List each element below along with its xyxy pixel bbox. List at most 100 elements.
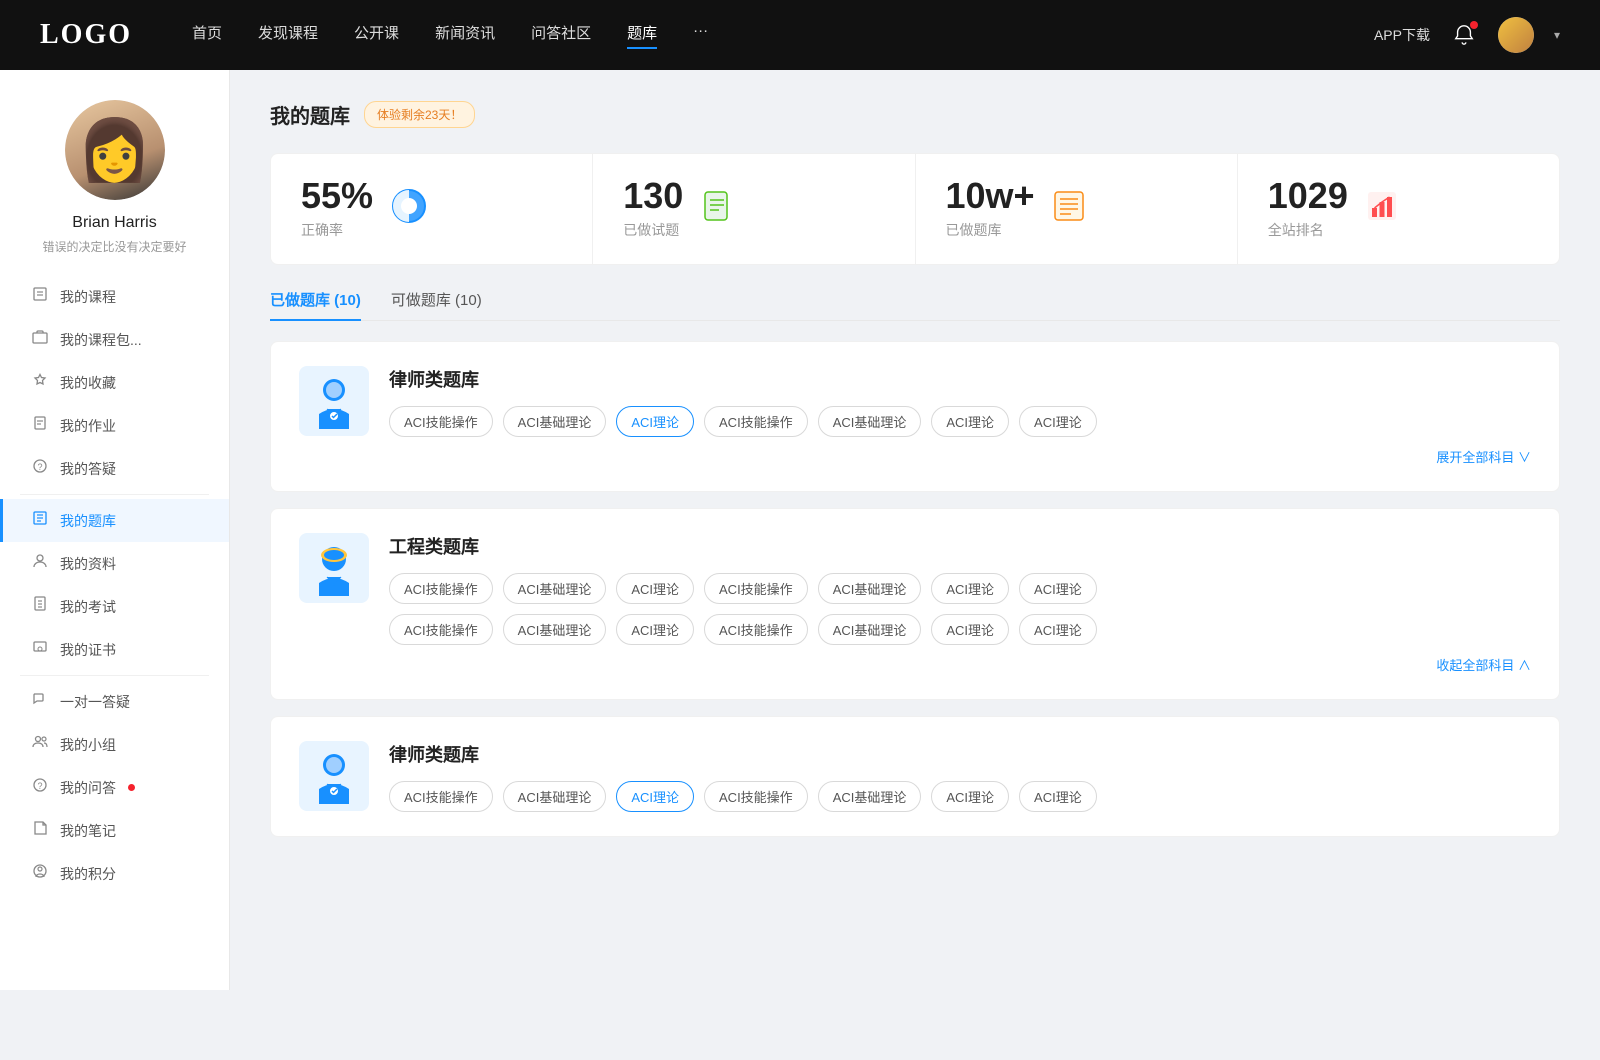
points-icon	[30, 863, 50, 884]
tag-1-4[interactable]: ACI基础理论	[818, 573, 922, 604]
sidebar-item-certificate[interactable]: 我的证书	[0, 628, 229, 671]
qbank-tags-0: ACI技能操作 ACI基础理论 ACI理论 ACI技能操作 ACI基础理论 AC…	[389, 406, 1531, 437]
sidebar-divider-1	[20, 494, 209, 495]
tag-2-0[interactable]: ACI技能操作	[389, 781, 493, 812]
tag-2-5[interactable]: ACI理论	[931, 781, 1009, 812]
expand-btn-0[interactable]: 展开全部科目 ∨	[1436, 450, 1531, 465]
ranking-chart-icon	[1364, 188, 1400, 231]
tag-2-6[interactable]: ACI理论	[1019, 781, 1097, 812]
nav-links: 首页 发现课程 公开课 新闻资讯 问答社区 题库 ···	[192, 22, 1374, 49]
sidebar-label-1on1: 一对一答疑	[60, 692, 130, 712]
sidebar-item-my-qa[interactable]: ? 我的答疑	[0, 447, 229, 490]
tag-0-2[interactable]: ACI理论	[616, 406, 694, 437]
stat-done-questions-value: 130	[623, 178, 683, 214]
tag-2-1[interactable]: ACI基础理论	[503, 781, 607, 812]
tag-1-9[interactable]: ACI理论	[616, 614, 694, 645]
svg-text:?: ?	[37, 781, 42, 791]
tag-2-2[interactable]: ACI理论	[616, 781, 694, 812]
tag-1-13[interactable]: ACI理论	[1019, 614, 1097, 645]
sidebar: Brian Harris 错误的决定比没有决定要好 我的课程 我的课程包... …	[0, 70, 230, 990]
sidebar-item-notes[interactable]: 我的笔记	[0, 809, 229, 852]
notification-bell[interactable]	[1450, 21, 1478, 49]
tag-0-1[interactable]: ACI基础理论	[503, 406, 607, 437]
stat-accuracy: 55% 正确率	[271, 154, 593, 264]
sidebar-label-qbank: 我的题库	[60, 511, 116, 531]
tag-1-5[interactable]: ACI理论	[931, 573, 1009, 604]
nav-qa[interactable]: 问答社区	[531, 22, 591, 49]
nav-opencourse[interactable]: 公开课	[354, 22, 399, 49]
tag-1-11[interactable]: ACI基础理论	[818, 614, 922, 645]
sidebar-label-myqa: 我的问答	[60, 778, 116, 798]
avatar[interactable]	[1498, 17, 1534, 53]
tag-1-2[interactable]: ACI理论	[616, 573, 694, 604]
app-download-btn[interactable]: APP下载	[1374, 25, 1430, 45]
tag-1-7[interactable]: ACI技能操作	[389, 614, 493, 645]
nav-more[interactable]: ···	[693, 22, 708, 49]
tab-available-banks[interactable]: 可做题库 (10)	[391, 289, 482, 320]
sidebar-item-group[interactable]: 我的小组	[0, 723, 229, 766]
stat-accuracy-label: 正确率	[301, 220, 373, 240]
tag-0-0[interactable]: ACI技能操作	[389, 406, 493, 437]
nav-news[interactable]: 新闻资讯	[435, 22, 495, 49]
sidebar-item-qbank[interactable]: 我的题库	[0, 499, 229, 542]
stat-accuracy-value: 55%	[301, 178, 373, 214]
qbank-tags-1-row2: ACI技能操作 ACI基础理论 ACI理论 ACI技能操作 ACI基础理论 AC…	[389, 614, 1531, 645]
homework-icon	[30, 415, 50, 436]
stat-ranking-label: 全站排名	[1268, 220, 1348, 240]
avatar-chevron[interactable]: ▾	[1554, 28, 1560, 42]
notification-dot	[1470, 21, 1478, 29]
nav-right: APP下载 ▾	[1374, 17, 1560, 53]
stat-done-banks-value: 10w+	[946, 178, 1035, 214]
sidebar-label-exam: 我的考试	[60, 597, 116, 617]
sidebar-item-profile[interactable]: 我的资料	[0, 542, 229, 585]
expand-btn-1[interactable]: 收起全部科目 ∧	[1436, 658, 1531, 673]
qbank-card-2: 律师类题库 ACI技能操作 ACI基础理论 ACI理论 ACI技能操作 ACI基…	[270, 716, 1560, 837]
tag-2-3[interactable]: ACI技能操作	[704, 781, 808, 812]
sidebar-item-myqa[interactable]: ? 我的问答	[0, 766, 229, 809]
nav-discover[interactable]: 发现课程	[258, 22, 318, 49]
sidebar-item-1on1[interactable]: 一对一答疑	[0, 680, 229, 723]
tag-0-4[interactable]: ACI基础理论	[818, 406, 922, 437]
tag-0-6[interactable]: ACI理论	[1019, 406, 1097, 437]
sidebar-item-points[interactable]: 我的积分	[0, 852, 229, 895]
stat-done-questions: 130 已做试题	[593, 154, 915, 264]
tag-1-12[interactable]: ACI理论	[931, 614, 1009, 645]
qbank-tags-2: ACI技能操作 ACI基础理论 ACI理论 ACI技能操作 ACI基础理论 AC…	[389, 781, 1531, 812]
sidebar-item-favorites[interactable]: 我的收藏	[0, 361, 229, 404]
stat-done-banks-label: 已做题库	[946, 220, 1035, 240]
exam-icon	[30, 596, 50, 617]
tag-1-3[interactable]: ACI技能操作	[704, 573, 808, 604]
sidebar-divider-2	[20, 675, 209, 676]
sidebar-avatar	[65, 100, 165, 200]
nav-qbank[interactable]: 题库	[627, 22, 657, 49]
qbank-title-1: 工程类题库	[389, 533, 1531, 559]
sidebar-item-courses[interactable]: 我的课程	[0, 275, 229, 318]
tag-1-1[interactable]: ACI基础理论	[503, 573, 607, 604]
sidebar-label-course-packages: 我的课程包...	[60, 330, 142, 350]
logo: LOGO	[40, 19, 132, 51]
qbank-icon	[30, 510, 50, 531]
tag-1-8[interactable]: ACI基础理论	[503, 614, 607, 645]
avatar-image	[1498, 17, 1534, 53]
sidebar-label-profile: 我的资料	[60, 554, 116, 574]
tag-1-10[interactable]: ACI技能操作	[704, 614, 808, 645]
myqa-icon: ?	[30, 777, 50, 798]
sidebar-item-exam[interactable]: 我的考试	[0, 585, 229, 628]
nav-home[interactable]: 首页	[192, 22, 222, 49]
sidebar-item-homework[interactable]: 我的作业	[0, 404, 229, 447]
tag-2-4[interactable]: ACI基础理论	[818, 781, 922, 812]
qbank-title-0: 律师类题库	[389, 366, 1531, 392]
sidebar-user-name: Brian Harris	[72, 214, 156, 232]
tag-0-5[interactable]: ACI理论	[931, 406, 1009, 437]
tag-1-6[interactable]: ACI理论	[1019, 573, 1097, 604]
qbank-footer-0: 展开全部科目 ∨	[299, 447, 1531, 467]
tab-done-banks[interactable]: 已做题库 (10)	[270, 289, 361, 320]
sidebar-item-course-packages[interactable]: 我的课程包...	[0, 318, 229, 361]
stat-ranking-value: 1029	[1268, 178, 1348, 214]
1on1-icon	[30, 691, 50, 712]
tag-0-3[interactable]: ACI技能操作	[704, 406, 808, 437]
accuracy-pie-icon	[389, 186, 429, 233]
tag-1-0[interactable]: ACI技能操作	[389, 573, 493, 604]
stat-ranking: 1029 全站排名	[1238, 154, 1559, 264]
page-layout: Brian Harris 错误的决定比没有决定要好 我的课程 我的课程包... …	[0, 70, 1600, 990]
